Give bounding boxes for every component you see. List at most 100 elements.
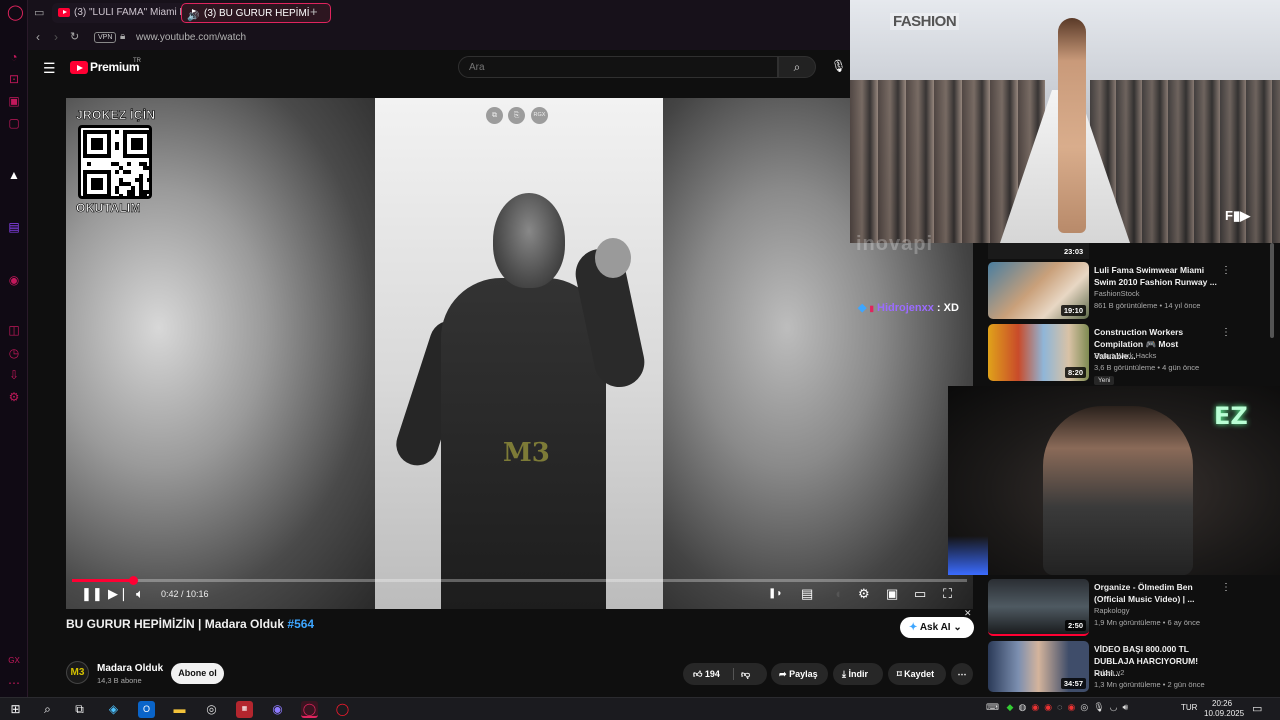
shopping-icon[interactable]: ⊡ bbox=[7, 72, 21, 86]
messenger-icon[interactable]: ▣ bbox=[7, 94, 21, 108]
recommendation-title[interactable]: Luli Fama Swimwear Miami Swim 2010 Fashi… bbox=[1094, 264, 1219, 288]
nvidia-icon[interactable]: ◆ bbox=[1007, 702, 1014, 712]
speaker-icon[interactable]: 🔊︎ bbox=[1123, 702, 1129, 712]
video-thumbnail[interactable]: 34:57 bbox=[988, 641, 1089, 692]
microphone-icon[interactable]: 🎙︎ bbox=[1093, 702, 1104, 712]
microphone-icon[interactable]: 🎙︎ bbox=[831, 59, 846, 73]
youtube-logo-icon[interactable] bbox=[70, 61, 88, 74]
like-button[interactable]: 👍︎ 194 bbox=[693, 663, 720, 685]
pause-icon[interactable]: ❚❚ bbox=[81, 587, 103, 601]
more-vertical-icon[interactable]: ⋮ bbox=[1221, 327, 1231, 338]
search-icon[interactable]: ⌕ bbox=[39, 701, 56, 718]
recommendation-item[interactable]: 34:57 VİDEO BAŞI 800.000 TL DUBLAJA HARC… bbox=[988, 641, 1273, 693]
instagram-icon[interactable]: ▢ bbox=[7, 116, 21, 130]
volume-icon[interactable]: 🔈︎ bbox=[136, 587, 144, 601]
more-actions-button[interactable]: ⋯ bbox=[951, 663, 973, 685]
file-explorer-icon[interactable]: ▬ bbox=[171, 701, 188, 718]
notification-icon[interactable]: ▭ bbox=[1252, 702, 1262, 715]
url-field[interactable]: www.youtube.com/watch bbox=[136, 32, 246, 43]
overlay-copy-icon[interactable]: ⧉ bbox=[486, 107, 503, 124]
subtitles-icon[interactable]: ▤ bbox=[801, 587, 813, 601]
opera-icon[interactable]: ◯ bbox=[334, 701, 351, 718]
video-thumbnail[interactable]: 2:50 bbox=[988, 579, 1089, 636]
recommendation-channel[interactable]: FashionStock bbox=[1094, 289, 1139, 298]
recommendation-item[interactable]: 19:10 Luli Fama Swimwear Miami Swim 2010… bbox=[988, 262, 1273, 320]
miniplayer-icon[interactable]: ▣ bbox=[886, 587, 898, 601]
clock-date[interactable]: 10.09.2025 bbox=[1204, 709, 1244, 718]
clock-time[interactable]: 20:26 bbox=[1212, 699, 1232, 708]
opera-logo-icon[interactable]: ◯ bbox=[7, 5, 24, 20]
overlay-rgx-icon[interactable]: RGX bbox=[531, 107, 548, 124]
subscribe-button[interactable]: Abone ol bbox=[171, 663, 224, 684]
search-input[interactable] bbox=[458, 56, 778, 78]
hamburger-menu-icon[interactable]: ☰ bbox=[43, 60, 56, 77]
recommendation-item[interactable]: 2:50 Organize - Ölmedim Ben (Official Mu… bbox=[988, 579, 1273, 637]
overlay-clip-icon[interactable]: ⎘ bbox=[508, 107, 525, 124]
download-button[interactable]: ⤓ İndir bbox=[833, 663, 883, 685]
wifi-icon[interactable]: ◡ bbox=[1110, 702, 1118, 712]
more-icon[interactable]: ⋯ bbox=[7, 676, 21, 690]
autoplay-toggle-icon[interactable]: ❚◗ bbox=[768, 587, 782, 601]
opera-gx-icon[interactable]: ◯ bbox=[301, 701, 318, 718]
steam-icon[interactable]: ◍ bbox=[1018, 702, 1026, 712]
share-button[interactable]: ➦ Paylaş bbox=[771, 663, 828, 685]
obs-icon[interactable]: ◎ bbox=[203, 701, 220, 718]
forward-icon[interactable]: › bbox=[54, 30, 58, 44]
recommendation-channel[interactable]: Orkun v2 bbox=[1094, 668, 1124, 677]
search-button[interactable]: ⌕ bbox=[778, 56, 816, 78]
arc-icon[interactable]: ▲ bbox=[7, 168, 21, 182]
more-vertical-icon[interactable]: ⋮ bbox=[1221, 265, 1231, 276]
next-icon[interactable]: ▶❘ bbox=[108, 587, 129, 601]
tray-app-icon[interactable]: ◉ bbox=[1067, 702, 1075, 712]
bookmarks-icon[interactable]: ◫ bbox=[7, 323, 21, 337]
dislike-button[interactable]: 👎︎ bbox=[741, 663, 750, 685]
network-icon[interactable]: ◌ bbox=[1057, 702, 1062, 712]
channel-avatar[interactable]: M3 bbox=[66, 661, 89, 684]
channel-name[interactable]: Madara Olduk bbox=[97, 663, 163, 674]
aria-icon[interactable]: ◔ bbox=[7, 50, 21, 64]
twitch-icon[interactable]: ▤ bbox=[7, 220, 21, 234]
gx-icon[interactable]: GX bbox=[7, 654, 21, 668]
fullscreen-icon[interactable]: ⛶ bbox=[943, 587, 952, 601]
windows-start-icon[interactable]: ⊞ bbox=[7, 701, 24, 718]
youtube-logo-text[interactable]: Premium bbox=[90, 60, 140, 74]
downloads-icon[interactable]: ⇩ bbox=[7, 368, 21, 382]
video-thumbnail[interactable]: 19:10 bbox=[988, 262, 1089, 319]
recommendation-item[interactable]: 8:20 Construction Workers Compilation 🎮 … bbox=[988, 324, 1273, 385]
settings-icon[interactable]: ⚙ bbox=[7, 390, 21, 404]
vpn-badge[interactable]: VPN bbox=[94, 32, 117, 43]
voicemod-icon[interactable]: ▦ bbox=[236, 701, 253, 718]
discord-icon[interactable]: ◉ bbox=[269, 701, 286, 718]
lock-icon[interactable]: 🔒︎ bbox=[120, 31, 125, 42]
keyboard-icon[interactable]: ⌨ bbox=[986, 702, 999, 712]
settings-gear-icon[interactable]: ⚙ bbox=[858, 587, 870, 601]
history-icon[interactable]: ◷ bbox=[7, 346, 21, 360]
save-button[interactable]: ⌑ Kaydet bbox=[888, 663, 946, 685]
stable-volume-icon[interactable]: ◖ bbox=[834, 587, 842, 601]
new-tab-button[interactable]: + bbox=[310, 4, 318, 19]
recommendation-channel[interactable]: Rapkology bbox=[1094, 606, 1129, 615]
task-view-icon[interactable]: ⧉ bbox=[71, 701, 88, 718]
recommendation-title[interactable]: Organize - Ölmedim Ben (Official Music V… bbox=[1094, 581, 1219, 605]
player-icon[interactable]: ◉ bbox=[7, 273, 21, 287]
reload-icon[interactable]: ↻ bbox=[70, 30, 79, 43]
video-thumbnail[interactable]: 8:20 bbox=[988, 324, 1089, 381]
recommendation-channel[interactable]: Smart Work Hacks bbox=[1094, 351, 1156, 360]
tray-app-icon[interactable]: ◉ bbox=[1044, 702, 1052, 712]
back-icon[interactable]: ‹ bbox=[36, 30, 40, 44]
copilot-icon[interactable]: ◈ bbox=[105, 701, 122, 718]
progress-bar[interactable] bbox=[72, 576, 967, 585]
theater-mode-icon[interactable]: ▭ bbox=[914, 587, 926, 601]
outlook-icon[interactable]: O bbox=[138, 701, 155, 718]
video-hashtag[interactable]: #564 bbox=[287, 617, 314, 631]
more-vertical-icon[interactable]: ⋮ bbox=[1221, 582, 1231, 593]
tray-app-icon[interactable]: ◉ bbox=[1031, 702, 1039, 712]
scrollbar[interactable] bbox=[1270, 243, 1274, 338]
speaker-icon[interactable]: 🔊 bbox=[187, 7, 199, 22]
tab-list-icon[interactable]: ▭ bbox=[34, 6, 44, 19]
ask-ai-button[interactable]: ✦ Ask AI ⌄ bbox=[900, 617, 974, 638]
tray-app-icon[interactable]: ◎ bbox=[1080, 702, 1088, 712]
tab-luli-fama[interactable]: (3) "LULI FAMA" Miami Fa bbox=[52, 3, 200, 23]
language-indicator[interactable]: TUR bbox=[1181, 703, 1197, 712]
tab-bu-gurur[interactable]: 🔊 (3) BU GURUR HEPİMİ bbox=[181, 3, 331, 23]
